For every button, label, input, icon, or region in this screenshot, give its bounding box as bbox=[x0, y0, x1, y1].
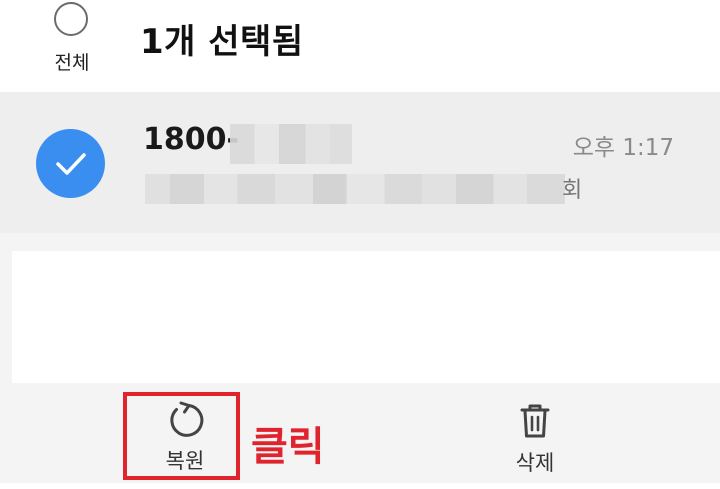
select-all-toggle[interactable]: 전체 bbox=[40, 2, 104, 78]
preview-redaction bbox=[145, 174, 565, 204]
trash-icon bbox=[520, 404, 550, 438]
message-sender: 1800- bbox=[143, 122, 239, 157]
message-time: 오후 1:17 bbox=[572, 135, 674, 161]
selection-header: 전체 1개 선택됨 bbox=[0, 0, 720, 92]
delete-button[interactable]: 삭제 bbox=[480, 401, 590, 489]
bottom-action-bar: 복원 삭제 bbox=[0, 383, 720, 483]
delete-label: 삭제 bbox=[515, 451, 555, 475]
selected-check-icon[interactable] bbox=[36, 129, 105, 198]
click-annotation: 클릭 bbox=[251, 424, 325, 470]
highlight-box bbox=[123, 392, 240, 480]
empty-content-panel bbox=[12, 251, 720, 383]
select-all-label: 전체 bbox=[54, 52, 90, 74]
message-list-item[interactable]: 1800- 오후 1:17 회 bbox=[0, 92, 720, 233]
message-preview-tail: 회 bbox=[562, 178, 583, 203]
sender-redaction bbox=[230, 124, 352, 164]
selection-count-title: 1개 선택됨 bbox=[140, 22, 304, 62]
select-all-checkbox[interactable] bbox=[54, 2, 88, 36]
